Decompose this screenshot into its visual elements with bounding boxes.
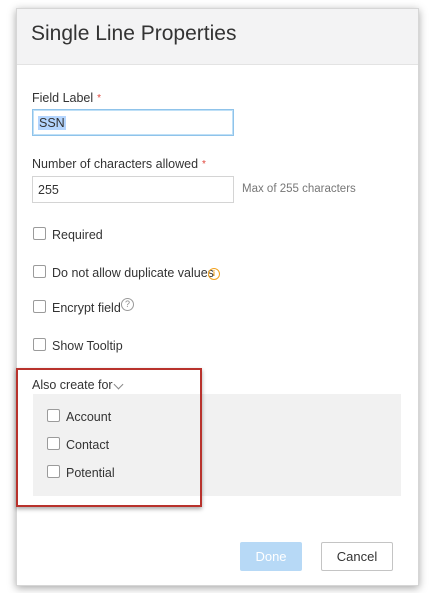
char-limit-input[interactable]: 255 bbox=[32, 176, 234, 203]
cancel-button[interactable]: Cancel bbox=[321, 542, 393, 571]
dialog-header: Single Line Properties bbox=[17, 9, 418, 65]
tooltip-checkbox[interactable] bbox=[33, 338, 46, 351]
field-label-input[interactable]: SSN bbox=[32, 109, 234, 136]
char-limit-value: 255 bbox=[38, 183, 59, 197]
annotation-highlight-box bbox=[16, 368, 202, 507]
no-duplicates-label[interactable]: Do not allow duplicate values bbox=[52, 266, 214, 280]
done-button[interactable]: Done bbox=[240, 542, 302, 571]
dialog-title: Single Line Properties bbox=[31, 22, 237, 45]
required-marker: * bbox=[97, 93, 102, 104]
char-limit-hint: Max of 255 characters bbox=[242, 183, 356, 195]
field-label-text: Field Label bbox=[32, 91, 94, 105]
char-limit-label: Number of characters allowed bbox=[32, 157, 199, 171]
field-label-value: SSN bbox=[38, 116, 66, 130]
help-icon[interactable]: ? bbox=[121, 298, 134, 311]
required-marker: * bbox=[202, 159, 206, 170]
no-duplicates-checkbox[interactable] bbox=[33, 265, 46, 278]
encrypt-checkbox[interactable] bbox=[33, 300, 46, 313]
required-label[interactable]: Required bbox=[52, 228, 103, 242]
char-limit-heading: Number of characters allowed * bbox=[32, 157, 206, 171]
required-checkbox[interactable] bbox=[33, 227, 46, 240]
field-label-heading: Field Label * bbox=[32, 91, 101, 105]
encrypt-label[interactable]: Encrypt field bbox=[52, 301, 121, 315]
info-icon[interactable]: i bbox=[208, 268, 220, 280]
tooltip-label[interactable]: Show Tooltip bbox=[52, 339, 123, 353]
